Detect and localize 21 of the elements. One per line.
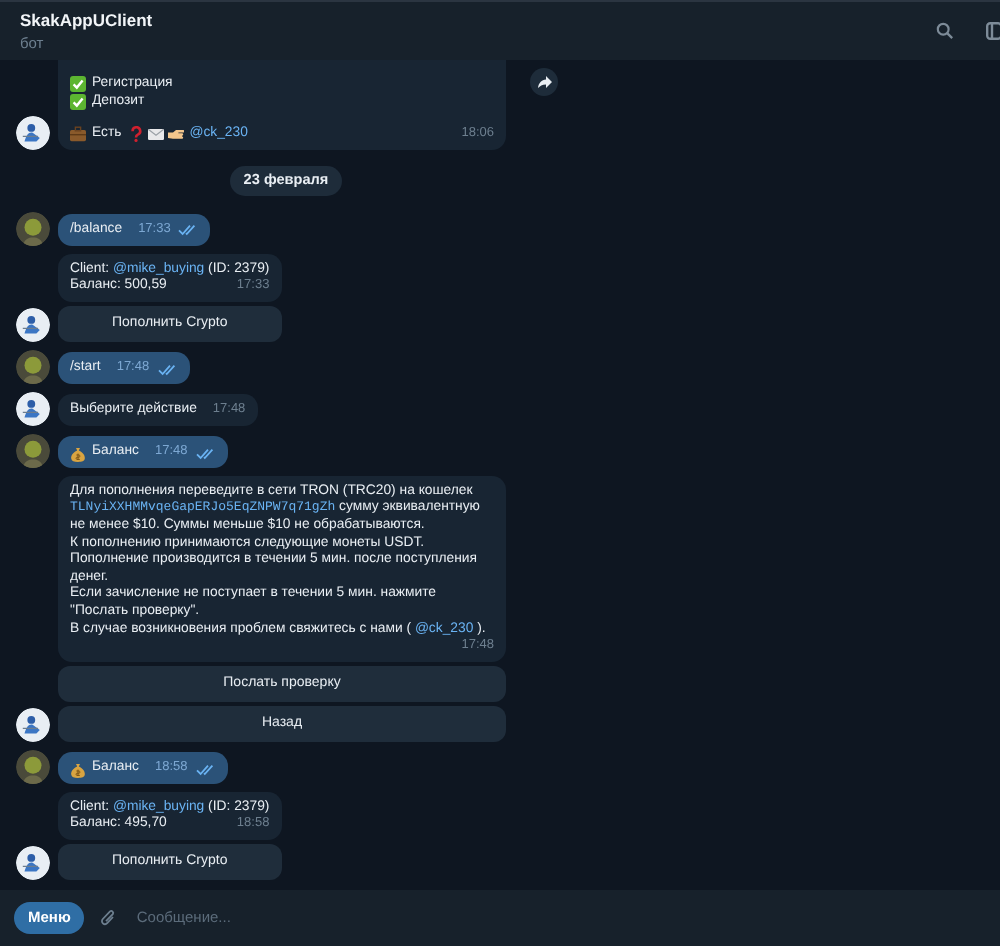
avatar[interactable]: [16, 307, 50, 342]
avatar[interactable]: [16, 211, 50, 246]
avatar[interactable]: [16, 846, 50, 880]
money-bag-icon: [70, 761, 86, 778]
avatar[interactable]: [16, 349, 50, 384]
envelope-icon: [147, 126, 164, 143]
avatar[interactable]: [16, 391, 50, 426]
side-panel-icon[interactable]: [986, 22, 1000, 40]
avatar[interactable]: [16, 115, 50, 150]
money-bag-icon: [70, 445, 86, 462]
forward-button[interactable]: [530, 68, 558, 97]
avatar[interactable]: [16, 749, 50, 784]
avatar[interactable]: [16, 433, 50, 468]
question-mark-icon: [127, 126, 144, 143]
share-arrow-icon: [537, 76, 551, 89]
briefcase-icon: [70, 126, 86, 143]
paperclip-icon[interactable]: [100, 908, 117, 928]
avatar[interactable]: [16, 707, 50, 742]
pointing-hand-icon: [167, 126, 184, 143]
search-icon[interactable]: [936, 22, 954, 40]
chat-title: SkakAppUClient: [20, 9, 153, 31]
